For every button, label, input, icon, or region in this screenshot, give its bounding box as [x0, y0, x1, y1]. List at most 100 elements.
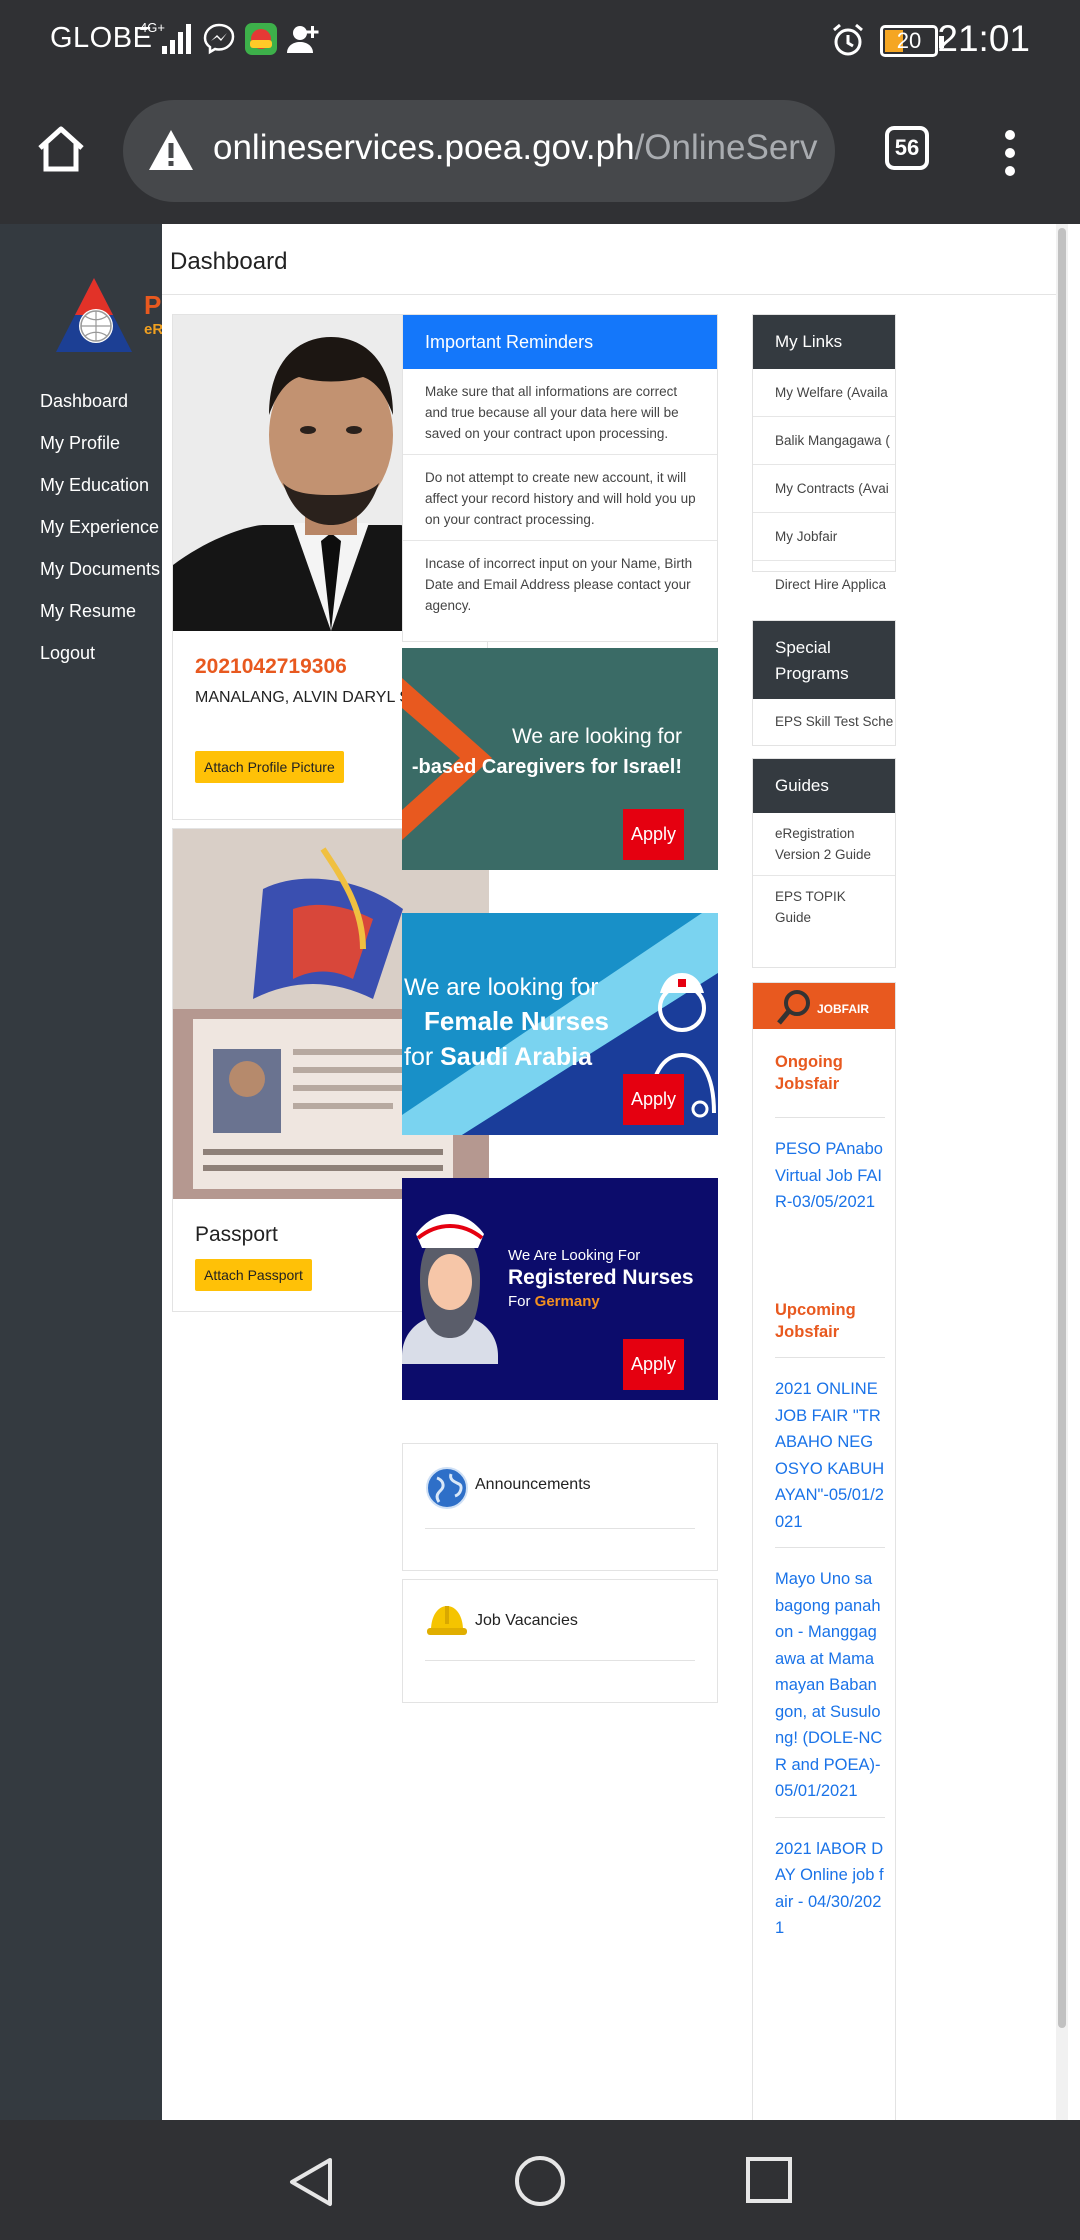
address-bar[interactable]: onlineservices.poea.gov.ph/OnlineServ: [123, 100, 835, 202]
warning-icon[interactable]: [147, 128, 195, 172]
battery-level: 20: [896, 28, 922, 53]
banner-caregivers-line2: -based Caregivers for Israel!: [412, 756, 682, 778]
jobfair-link-labor-day[interactable]: 2021 lABOR DAY Online job fair - 04/30/2…: [775, 1836, 885, 1942]
link-direct-hire[interactable]: Direct Hire Applica: [753, 561, 895, 609]
sidebar: P eR Dashboard My Profile My Education M…: [0, 224, 162, 2120]
svg-text:For Germany: For Germany: [508, 1293, 600, 1310]
sidebar-item-my-resume[interactable]: My Resume: [40, 590, 160, 632]
my-links-title: My Links: [753, 315, 895, 369]
upcoming-divider: [775, 1357, 885, 1358]
sidebar-nav: Dashboard My Profile My Education My Exp…: [40, 380, 160, 674]
job-vacancies-divider: [425, 1660, 695, 1661]
link-eps-skill-test[interactable]: EPS Skill Test Sche: [753, 699, 895, 745]
jobfair-panel: JOBFAIR Ongoing Jobsfair PESO PAnabo Vir…: [752, 982, 896, 2120]
link-balik-manggagawa[interactable]: Balik Mangagawa (: [753, 417, 895, 465]
ongoing-jobsfair-section: Ongoing Jobsfair PESO PAnabo Virtual Job…: [775, 1051, 885, 1216]
guides-title: Guides: [753, 759, 895, 813]
hard-hat-icon: [427, 1606, 467, 1635]
sidebar-item-my-profile[interactable]: My Profile: [40, 422, 160, 464]
url-text[interactable]: onlineservices.poea.gov.ph/OnlineServ: [213, 128, 823, 168]
svg-text:eR: eR: [144, 321, 162, 338]
sidebar-item-my-documents[interactable]: My Documents: [40, 548, 160, 590]
banner-registered-nurses-germany[interactable]: We Are Looking For Registered Nurses For…: [402, 1178, 718, 1400]
battery-icon: 20: [880, 25, 944, 57]
title-divider: [162, 294, 1068, 295]
more-menu-icon[interactable]: [1000, 130, 1020, 176]
job-vacancies-title: Job Vacancies: [475, 1612, 578, 1629]
svg-text:for Saudi Arabia: for Saudi Arabia: [404, 1043, 593, 1071]
jobfair-link-mayo-uno[interactable]: Mayo Uno sa bagong panahon - Manggagawa …: [775, 1566, 885, 1805]
globe-icon: [426, 1467, 468, 1509]
browser-toolbar: onlineservices.poea.gov.ph/OnlineServ 56: [0, 82, 1080, 224]
passport-label: Passport: [195, 1223, 278, 1246]
upcoming-divider: [775, 1547, 885, 1548]
reference-number: 2021042719306: [195, 655, 347, 678]
upcoming-jobsfair-section: Upcoming Jobsfair 2021 ONLINE JOB FAIR "…: [775, 1299, 885, 1942]
web-page: P eR Dashboard My Profile My Education M…: [0, 224, 1080, 2120]
jobfair-logo: JOBFAIR: [753, 983, 895, 1029]
link-my-jobfair[interactable]: My Jobfair: [753, 513, 895, 561]
link-my-welfare[interactable]: My Welfare (Availa: [753, 369, 895, 417]
svg-text:4G+: 4G+: [140, 20, 165, 35]
system-navigation-bar: [0, 2120, 1080, 2240]
poea-logo: P eR: [56, 278, 162, 352]
tab-switcher-button[interactable]: 56: [885, 126, 929, 170]
reminder-item: Incase of incorrect input on your Name, …: [425, 556, 693, 613]
important-reminders-panel: Important Reminders Make sure that all i…: [402, 314, 718, 642]
carrier-name: GLOBE: [50, 22, 153, 54]
attach-passport-button[interactable]: Attach Passport: [195, 1259, 312, 1291]
reminders-title: Important Reminders: [403, 315, 717, 369]
messenger-icon: [203, 23, 235, 55]
announcements-divider: [425, 1528, 695, 1529]
link-eps-topik-guide[interactable]: EPS TOPIK Guide: [753, 876, 895, 938]
link-my-contracts[interactable]: My Contracts (Avai: [753, 465, 895, 513]
scrollbar-thumb[interactable]: [1058, 228, 1066, 2028]
special-programs-panel: Special Programs EPS Skill Test Sche: [752, 620, 896, 746]
add-contact-icon: [287, 26, 319, 53]
my-links-panel: My Links My Welfare (Availa Balik Mangag…: [752, 314, 896, 592]
clock: 21:01: [937, 18, 1030, 59]
announcements-card[interactable]: Announcements: [402, 1443, 718, 1571]
banner-nurses-saudi-line3-prefix: for: [404, 1043, 440, 1071]
sidebar-item-dashboard[interactable]: Dashboard: [40, 380, 160, 422]
jobfair-link-peso-panabo[interactable]: PESO PAnabo Virtual Job FAIR-03/05/2021: [775, 1136, 885, 1216]
url-domain: onlineservices.poea.gov.ph: [213, 128, 635, 167]
banner-caregivers-israel[interactable]: We are looking for -based Caregivers for…: [402, 648, 718, 870]
attach-profile-picture-button[interactable]: Attach Profile Picture: [195, 751, 344, 783]
alarm-icon: [833, 23, 863, 56]
svg-text:P: P: [144, 290, 161, 320]
apply-button-caregivers[interactable]: Apply: [623, 809, 684, 860]
recent-apps-icon[interactable]: [745, 2156, 793, 2204]
banner-nurses-germany-line1: We Are Looking For: [508, 1247, 640, 1264]
page-title: Dashboard: [170, 248, 288, 275]
banner-caregivers-line1: We are looking for: [512, 725, 682, 748]
sidebar-item-logout[interactable]: Logout: [40, 632, 160, 674]
banner-nurses-saudi-country: Saudi Arabia: [440, 1043, 593, 1071]
sidebar-item-my-education[interactable]: My Education: [40, 464, 160, 506]
game-app-icon: [245, 23, 277, 55]
signal-icon: 4G+: [140, 20, 191, 54]
banner-nurses-saudi-line2: Female Nurses: [424, 1006, 609, 1036]
main-content: Dashboard 2021042719306 MANALANG, ALVIN …: [162, 224, 1068, 2120]
apply-button-nurses-saudi[interactable]: Apply: [623, 1074, 684, 1125]
home-circle-icon[interactable]: [513, 2154, 567, 2208]
banner-nurses-germany-country: Germany: [535, 1293, 601, 1310]
upcoming-divider: [775, 1816, 885, 1818]
upcoming-jobsfair-title: Upcoming Jobsfair: [775, 1301, 856, 1341]
jobfair-link-trabaho-negosyo[interactable]: 2021 ONLINE JOB FAIR "TRABAHO NEGOSYO KA…: [775, 1376, 885, 1535]
job-vacancies-card[interactable]: Job Vacancies: [402, 1579, 718, 1703]
guides-panel: Guides eRegistration Version 2 Guide EPS…: [752, 758, 896, 968]
home-icon[interactable]: [36, 124, 86, 174]
banner-nurses-germany-line3-prefix: For: [508, 1293, 535, 1310]
link-eregistration-guide[interactable]: eRegistration Version 2 Guide: [753, 813, 895, 876]
back-icon[interactable]: [286, 2156, 336, 2208]
banner-nurses-germany-line2: Registered Nurses: [508, 1266, 694, 1289]
reminder-item: Do not attempt to create new account, it…: [403, 455, 717, 541]
apply-button-nurses-germany[interactable]: Apply: [623, 1339, 684, 1390]
page-scrollbar[interactable]: [1056, 224, 1068, 2120]
announcements-title: Announcements: [475, 1476, 591, 1493]
status-bar: GLOBE 4G+ 20 21:01: [0, 0, 1080, 82]
banner-female-nurses-saudi[interactable]: We are looking for Female Nurses for Sau…: [402, 913, 718, 1135]
ongoing-jobsfair-title: Ongoing Jobsfair: [775, 1053, 843, 1093]
sidebar-item-my-experience[interactable]: My Experience: [40, 506, 160, 548]
